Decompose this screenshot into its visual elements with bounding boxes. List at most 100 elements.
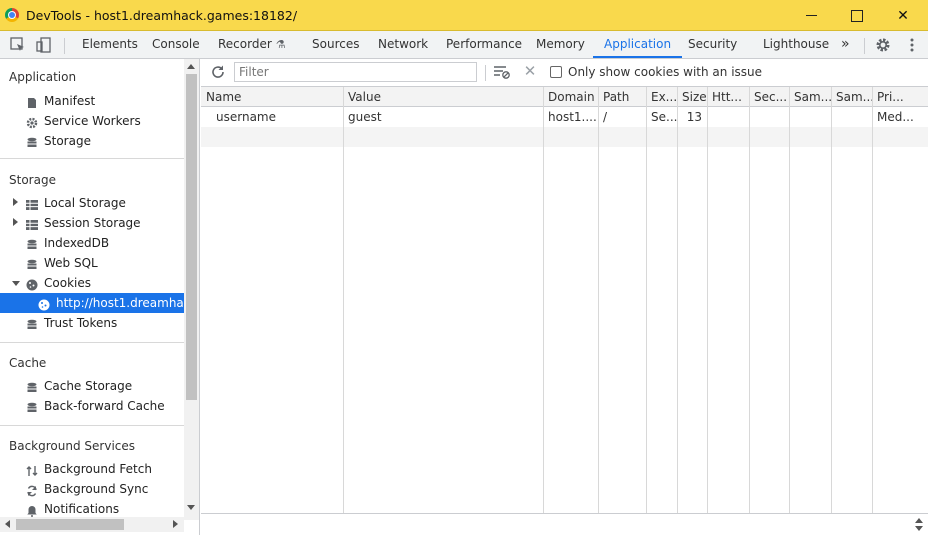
column-divider[interactable] bbox=[343, 87, 344, 513]
cell-priority[interactable]: Med... bbox=[872, 107, 928, 127]
sidebar-item-indexeddb[interactable]: IndexedDB bbox=[0, 233, 184, 253]
column-header-secure[interactable]: Sec... bbox=[749, 87, 789, 107]
section-title-background-services: Background Services bbox=[9, 439, 136, 453]
sidebar-item-session-storage[interactable]: Session Storage bbox=[0, 213, 184, 233]
minimize-button[interactable] bbox=[788, 0, 834, 31]
sidebar-item-cookies[interactable]: Cookies bbox=[0, 273, 184, 293]
cell-size[interactable]: 13 bbox=[677, 107, 707, 127]
sidebar-item-manifest[interactable]: Manifest bbox=[0, 91, 184, 111]
tab-elements[interactable]: Elements bbox=[82, 31, 138, 58]
cell-name[interactable]: username bbox=[211, 107, 343, 127]
column-divider[interactable] bbox=[677, 87, 678, 513]
scrollbar-thumb[interactable] bbox=[186, 74, 197, 400]
collapse-arrow-icon[interactable] bbox=[12, 281, 20, 286]
column-header-priority[interactable]: Pri... bbox=[872, 87, 928, 107]
section-title-application: Application bbox=[9, 70, 77, 84]
resize-handle-icon[interactable] bbox=[915, 518, 923, 531]
delete-selected-icon[interactable]: ✕ bbox=[522, 63, 538, 79]
settings-gear-icon[interactable] bbox=[874, 36, 892, 54]
cell-sameparty[interactable] bbox=[831, 107, 872, 127]
tab-memory[interactable]: Memory bbox=[536, 31, 585, 58]
tab-console[interactable]: Console bbox=[152, 31, 200, 58]
cell-path[interactable]: / bbox=[598, 107, 646, 127]
column-divider[interactable] bbox=[543, 87, 544, 513]
cell-httponly[interactable] bbox=[707, 107, 749, 127]
column-header-expires[interactable]: Ex... bbox=[646, 87, 677, 107]
column-divider[interactable] bbox=[831, 87, 832, 513]
sidebar-item-local-storage[interactable]: Local Storage bbox=[0, 193, 184, 213]
tab-recorder-label: Recorder bbox=[218, 37, 272, 51]
scroll-up-arrow-icon[interactable] bbox=[187, 64, 195, 69]
column-divider[interactable] bbox=[872, 87, 873, 513]
column-divider[interactable] bbox=[646, 87, 647, 513]
column-header-domain[interactable]: Domain bbox=[543, 87, 598, 107]
column-divider[interactable] bbox=[598, 87, 599, 513]
sidebar-item-cache-storage[interactable]: Cache Storage bbox=[0, 376, 184, 396]
sidebar-horizontal-scrollbar[interactable] bbox=[0, 517, 184, 532]
cell-expires[interactable]: Se... bbox=[646, 107, 677, 127]
database-icon bbox=[26, 400, 38, 412]
device-toolbar-icon[interactable] bbox=[35, 36, 53, 54]
tabbar-divider bbox=[64, 38, 65, 54]
cell-samesite[interactable] bbox=[789, 107, 831, 127]
tab-application[interactable]: Application bbox=[593, 31, 683, 58]
tab-performance[interactable]: Performance bbox=[446, 31, 522, 58]
column-header-name[interactable]: Name bbox=[201, 87, 343, 107]
table-row[interactable]: username guest host1.... / Se... 13 Med.… bbox=[201, 107, 928, 127]
sidebar-item-trust-tokens[interactable]: Trust Tokens bbox=[0, 313, 184, 333]
sidebar-item-label: http://host1.dreamhack. bbox=[56, 296, 200, 310]
column-header-sameparty[interactable]: Sam... bbox=[831, 87, 872, 107]
sidebar-item-label: Notifications bbox=[44, 502, 120, 516]
cookie-icon bbox=[38, 297, 50, 311]
cell-value[interactable]: guest bbox=[343, 107, 543, 127]
scroll-down-arrow-icon[interactable] bbox=[187, 505, 195, 510]
tab-sources[interactable]: Sources bbox=[312, 31, 359, 58]
tab-security[interactable]: Security bbox=[688, 31, 737, 58]
column-divider[interactable] bbox=[707, 87, 708, 513]
database-icon bbox=[26, 380, 38, 392]
column-header-httponly[interactable]: Htt... bbox=[707, 87, 749, 107]
section-title-storage: Storage bbox=[9, 173, 56, 187]
refresh-icon[interactable] bbox=[210, 64, 226, 80]
sidebar-item-storage[interactable]: Storage bbox=[0, 131, 184, 151]
more-options-icon[interactable] bbox=[903, 36, 921, 54]
filter-input[interactable] bbox=[234, 62, 477, 82]
application-sidebar: Application Manifest Service Workers Sto… bbox=[0, 59, 200, 535]
sidebar-vertical-scrollbar[interactable] bbox=[184, 59, 199, 520]
expand-arrow-icon[interactable] bbox=[13, 218, 18, 226]
sidebar-item-label: Storage bbox=[44, 134, 91, 148]
close-button[interactable]: ✕ bbox=[880, 0, 926, 31]
sidebar-item-label: IndexedDB bbox=[44, 236, 110, 250]
sidebar-item-label: Trust Tokens bbox=[44, 316, 118, 330]
column-divider[interactable] bbox=[789, 87, 790, 513]
scrollbar-thumb[interactable] bbox=[16, 519, 124, 530]
sidebar-item-back-forward-cache[interactable]: Back-forward Cache bbox=[0, 396, 184, 416]
tab-recorder[interactable]: Recorder ⚗ bbox=[218, 31, 286, 58]
scroll-right-arrow-icon[interactable] bbox=[173, 520, 178, 528]
table-header: Name Value Domain Path Ex... Size Htt...… bbox=[201, 87, 928, 107]
maximize-button[interactable] bbox=[834, 0, 880, 31]
sidebar-item-background-fetch[interactable]: Background Fetch bbox=[0, 459, 184, 479]
sidebar-item-cookie-origin[interactable]: http://host1.dreamhack. bbox=[0, 293, 199, 313]
toolbar-divider bbox=[485, 65, 486, 81]
only-issue-checkbox[interactable] bbox=[550, 66, 562, 78]
column-header-value[interactable]: Value bbox=[343, 87, 543, 107]
cell-domain[interactable]: host1.... bbox=[543, 107, 598, 127]
tab-network[interactable]: Network bbox=[378, 31, 428, 58]
inspect-element-icon[interactable] bbox=[9, 36, 27, 54]
column-header-path[interactable]: Path bbox=[598, 87, 646, 107]
column-divider[interactable] bbox=[749, 87, 750, 513]
more-tabs-button[interactable]: » bbox=[841, 31, 850, 58]
expand-arrow-icon[interactable] bbox=[13, 198, 18, 206]
sidebar-item-background-sync[interactable]: Background Sync bbox=[0, 479, 184, 499]
sidebar-item-web-sql[interactable]: Web SQL bbox=[0, 253, 184, 273]
cell-secure[interactable] bbox=[749, 107, 789, 127]
tab-lighthouse[interactable]: Lighthouse bbox=[763, 31, 829, 58]
column-header-size[interactable]: Size bbox=[677, 87, 707, 107]
sidebar-item-notifications[interactable]: Notifications bbox=[0, 499, 184, 519]
sidebar-item-service-workers[interactable]: Service Workers bbox=[0, 111, 184, 131]
clear-filtered-cookies-icon[interactable] bbox=[493, 64, 511, 80]
column-header-samesite[interactable]: Sam... bbox=[789, 87, 831, 107]
scroll-left-arrow-icon[interactable] bbox=[5, 520, 10, 528]
only-issue-label: Only show cookies with an issue bbox=[568, 65, 763, 79]
